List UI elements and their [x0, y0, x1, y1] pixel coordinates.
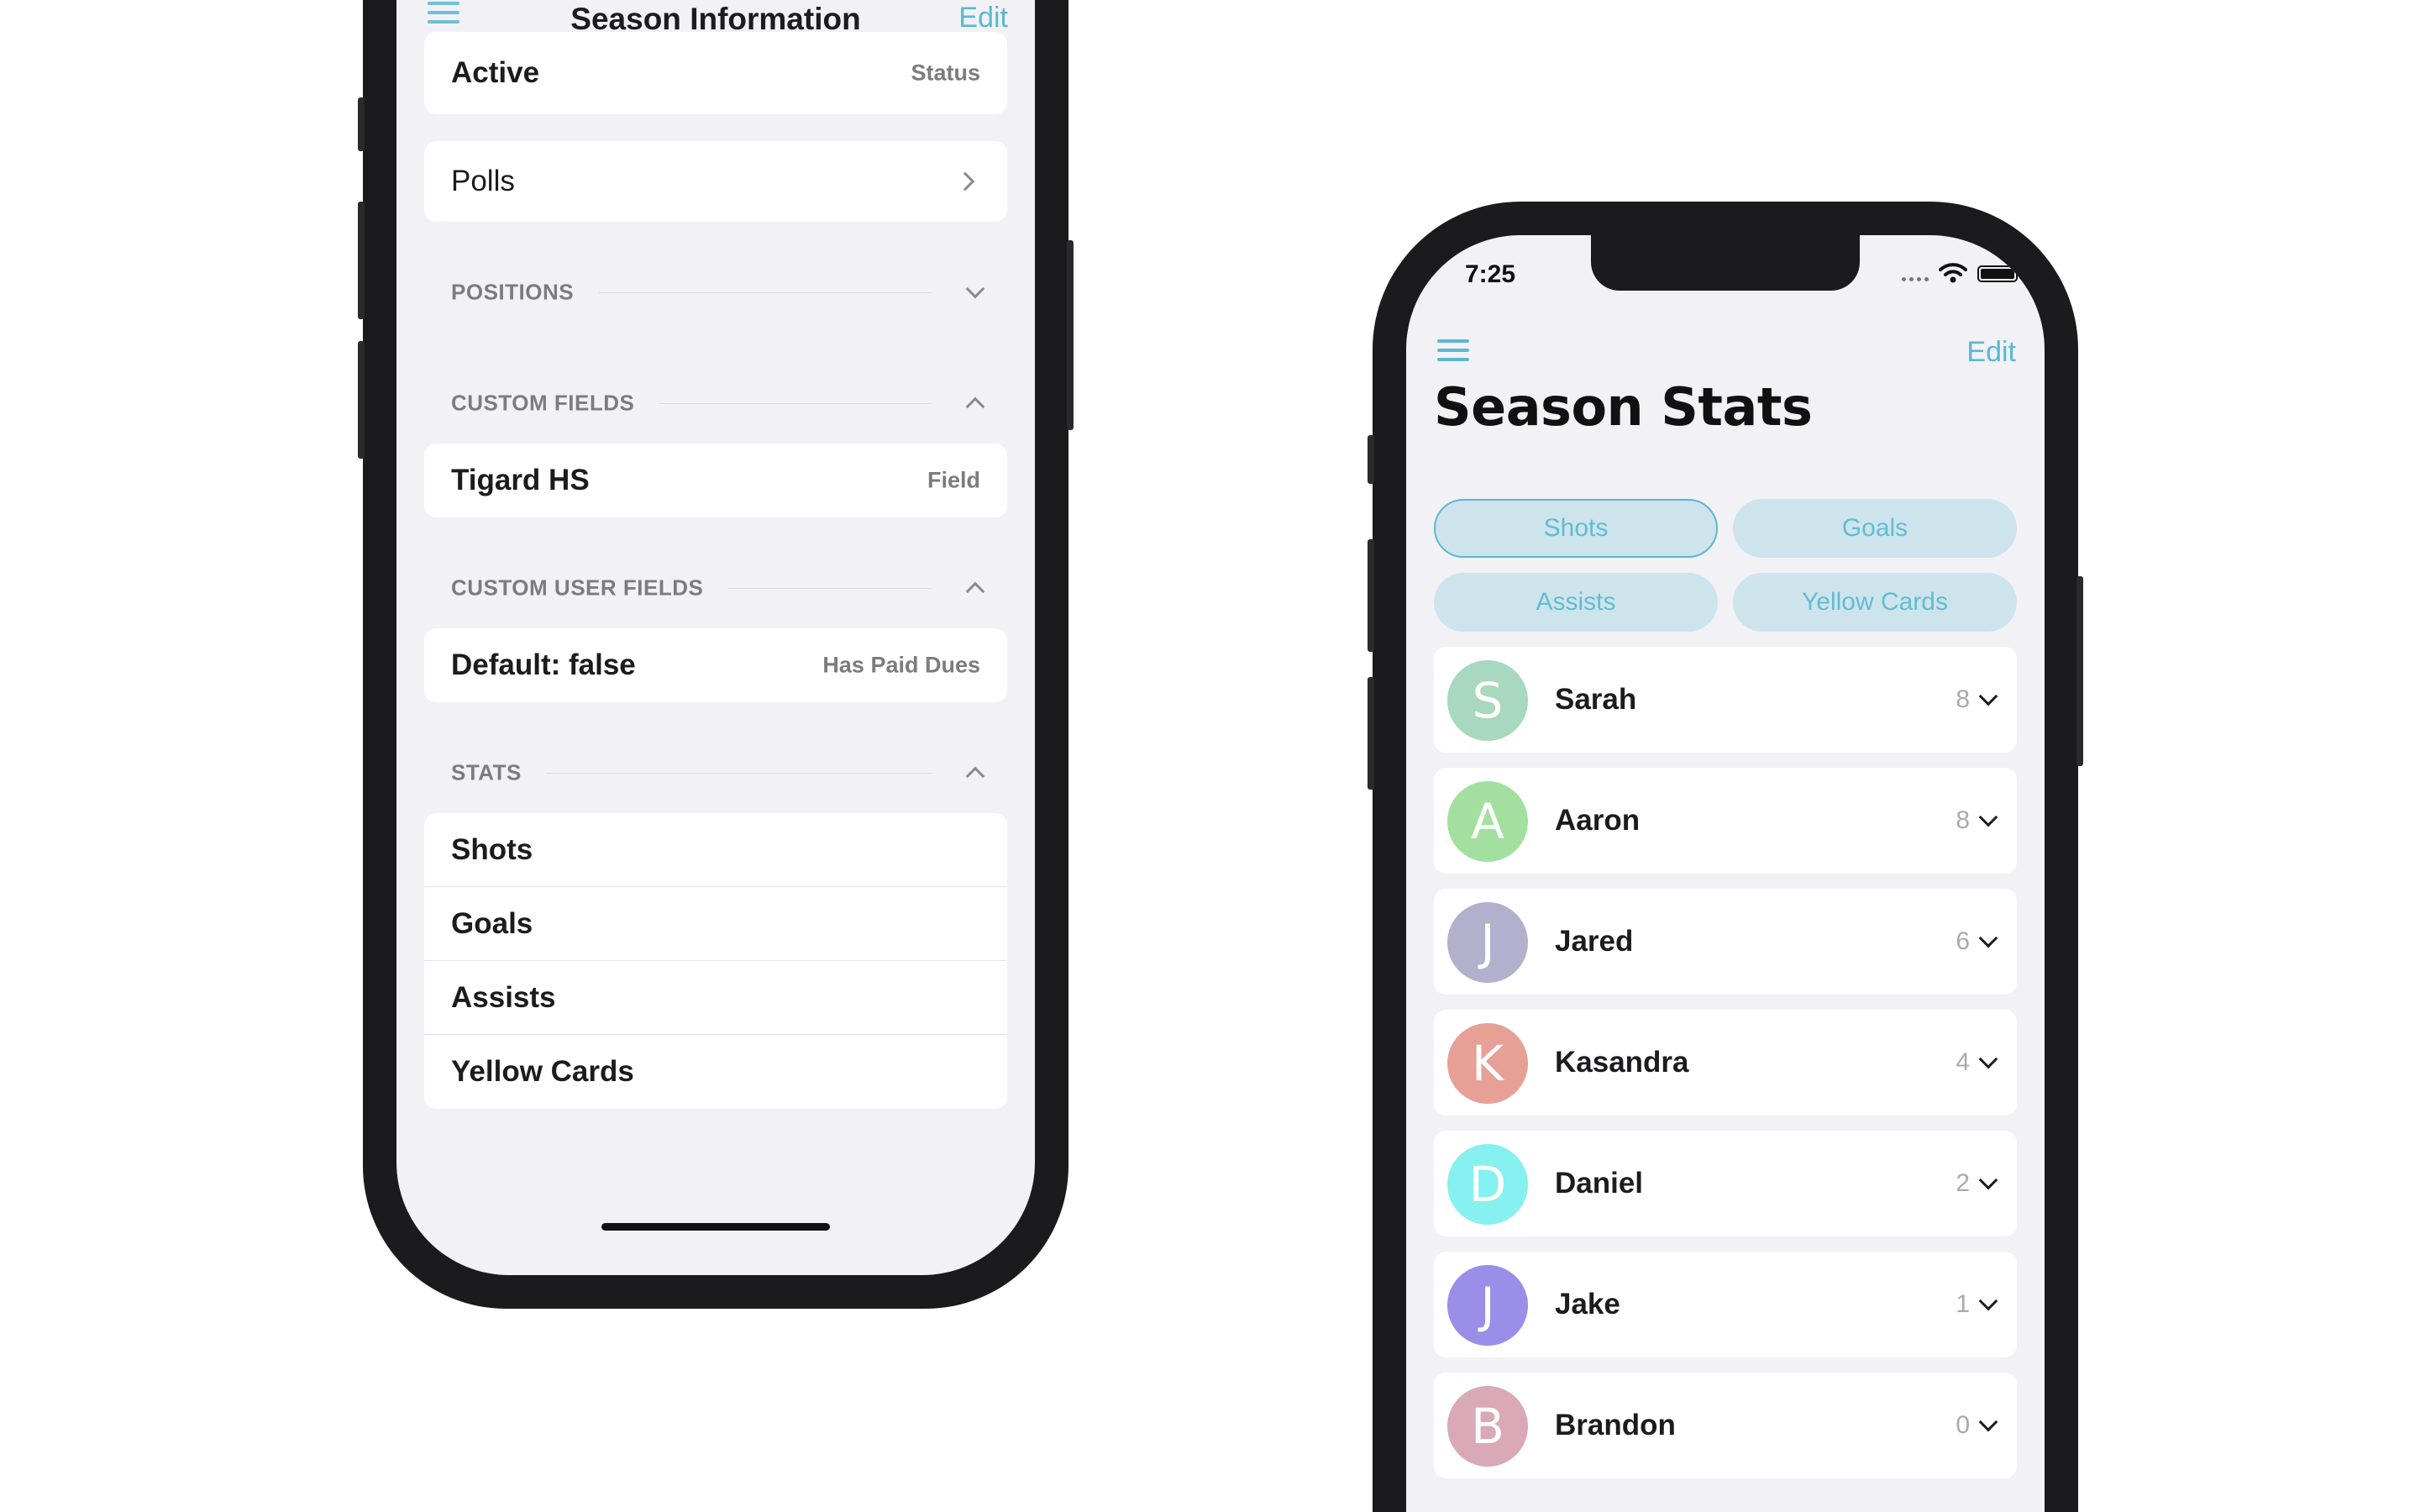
- volume-down-button: [1368, 677, 1374, 790]
- player-count: 4: [1956, 1048, 1970, 1076]
- stat-item[interactable]: Assists: [424, 961, 1007, 1035]
- home-indicator[interactable]: [601, 1223, 830, 1231]
- player-row[interactable]: A Aaron 8: [1434, 768, 2017, 874]
- player-count: 2: [1956, 1169, 1970, 1197]
- status-row[interactable]: Active Status: [424, 32, 1007, 114]
- volume-down-button: [358, 341, 365, 459]
- player-name: Brandon: [1555, 1409, 1676, 1441]
- section-label: CUSTOM USER FIELDS: [451, 575, 729, 601]
- dues-row[interactable]: Default: false Has Paid Dues: [424, 628, 1007, 702]
- player-row[interactable]: B Brandon 0: [1434, 1373, 2017, 1478]
- player-row[interactable]: K Kasandra 4: [1434, 1010, 2017, 1116]
- avatar: B: [1447, 1386, 1528, 1467]
- dues-label: Has Paid Dues: [822, 652, 980, 678]
- edit-button[interactable]: Edit: [1966, 336, 2016, 369]
- action-button: [1368, 435, 1374, 484]
- player-row[interactable]: J Jared 6: [1434, 889, 2017, 995]
- wifi-icon: [1939, 263, 1967, 283]
- avatar: A: [1447, 781, 1528, 862]
- avatar: D: [1447, 1144, 1528, 1225]
- stat-item[interactable]: Yellow Cards: [424, 1035, 1007, 1109]
- stat-label: Shots: [451, 832, 533, 866]
- notch: [1591, 235, 1860, 291]
- filter-assists[interactable]: Assists: [1434, 573, 1718, 632]
- stats-list: Shots Goals Assists Yellow Cards: [424, 813, 1007, 1109]
- stat-item[interactable]: Goals: [424, 887, 1007, 961]
- power-button: [2076, 576, 2083, 766]
- edit-button[interactable]: Edit: [958, 2, 1008, 34]
- section-stats[interactable]: STATS: [424, 756, 1007, 790]
- field-label: Field: [927, 467, 980, 493]
- chevron-down-icon[interactable]: [1978, 1291, 1998, 1311]
- chevron-down-icon[interactable]: [1978, 928, 1998, 948]
- avatar: J: [1447, 1265, 1528, 1346]
- right-phone: 7:25 Edit Season Stats Shots Goals Assis…: [1368, 202, 2083, 1512]
- section-label: POSITIONS: [451, 279, 600, 306]
- player-count: 0: [1956, 1411, 1970, 1439]
- field-value: Tigard HS: [451, 464, 590, 496]
- chevron-down-icon[interactable]: [1978, 1170, 1998, 1190]
- chevron-down-icon[interactable]: [1978, 1049, 1998, 1069]
- left-phone: Season Information Edit Active Status Po…: [358, 0, 1074, 1309]
- player-name: Aaron: [1555, 804, 1641, 837]
- player-name: Kasandra: [1555, 1046, 1689, 1079]
- left-screen: Season Information Edit Active Status Po…: [396, 0, 1035, 1275]
- filter-yellow-cards[interactable]: Yellow Cards: [1733, 573, 2017, 632]
- avatar: J: [1447, 902, 1528, 983]
- player-row[interactable]: S Sarah 8: [1434, 647, 2017, 753]
- status-time: 7:25: [1465, 260, 1516, 288]
- battery-icon: [1977, 265, 2021, 282]
- cellular-signal-icon: [1902, 277, 1932, 282]
- section-positions[interactable]: POSITIONS: [424, 276, 1007, 309]
- player-name: Jake: [1555, 1288, 1620, 1320]
- chevron-up-icon[interactable]: [965, 396, 985, 417]
- player-name: Jared: [1555, 925, 1634, 958]
- volume-up-button: [358, 202, 365, 319]
- dues-value: Default: false: [451, 648, 636, 681]
- chevron-down-icon[interactable]: [1978, 1412, 1998, 1432]
- polls-card[interactable]: Polls: [424, 141, 1007, 222]
- section-label: CUSTOM FIELDS: [451, 390, 660, 417]
- chevron-up-icon[interactable]: [965, 766, 985, 786]
- polls-row[interactable]: Polls: [424, 141, 1007, 222]
- filter-shots[interactable]: Shots: [1434, 499, 1718, 558]
- status-value: Active: [451, 56, 540, 89]
- player-name: Sarah: [1555, 683, 1637, 716]
- dues-card[interactable]: Default: false Has Paid Dues: [424, 628, 1007, 702]
- section-label: STATS: [451, 759, 547, 786]
- player-count: 8: [1956, 806, 1970, 834]
- player-count: 6: [1956, 927, 1970, 955]
- power-button: [1067, 240, 1074, 430]
- polls-label: Polls: [451, 165, 515, 197]
- stat-label: Assists: [451, 980, 556, 1014]
- avatar: S: [1447, 660, 1528, 741]
- field-row[interactable]: Tigard HS Field: [424, 444, 1007, 517]
- player-name: Daniel: [1555, 1167, 1644, 1200]
- stat-label: Goals: [451, 906, 533, 940]
- section-custom-fields[interactable]: CUSTOM FIELDS: [424, 386, 1007, 420]
- player-count: 1: [1956, 1290, 1970, 1318]
- avatar: K: [1447, 1023, 1528, 1104]
- chevron-up-icon[interactable]: [965, 581, 985, 601]
- right-screen: 7:25 Edit Season Stats Shots Goals Assis…: [1406, 235, 2045, 1512]
- nav-bar: Season Information Edit: [396, 0, 1035, 36]
- chevron-down-icon[interactable]: [965, 279, 985, 299]
- chevron-right-icon: [955, 171, 975, 192]
- field-card[interactable]: Tigard HS Field: [424, 444, 1007, 517]
- status-card[interactable]: Active Status: [424, 32, 1007, 114]
- chevron-down-icon[interactable]: [1978, 686, 1998, 706]
- section-custom-user-fields[interactable]: CUSTOM USER FIELDS: [424, 571, 1007, 605]
- player-count: 8: [1956, 685, 1970, 713]
- chevron-down-icon[interactable]: [1978, 807, 1998, 827]
- menu-icon[interactable]: [1437, 339, 1469, 361]
- page-title: Season Stats: [1434, 376, 1813, 438]
- stat-item[interactable]: Shots: [424, 813, 1007, 887]
- action-button: [358, 97, 365, 151]
- volume-up-button: [1368, 539, 1374, 652]
- player-row[interactable]: J Jake 1: [1434, 1252, 2017, 1357]
- filter-goals[interactable]: Goals: [1733, 499, 2017, 558]
- player-row[interactable]: D Daniel 2: [1434, 1131, 2017, 1236]
- status-label: Status: [911, 60, 980, 86]
- stat-label: Yellow Cards: [451, 1055, 634, 1088]
